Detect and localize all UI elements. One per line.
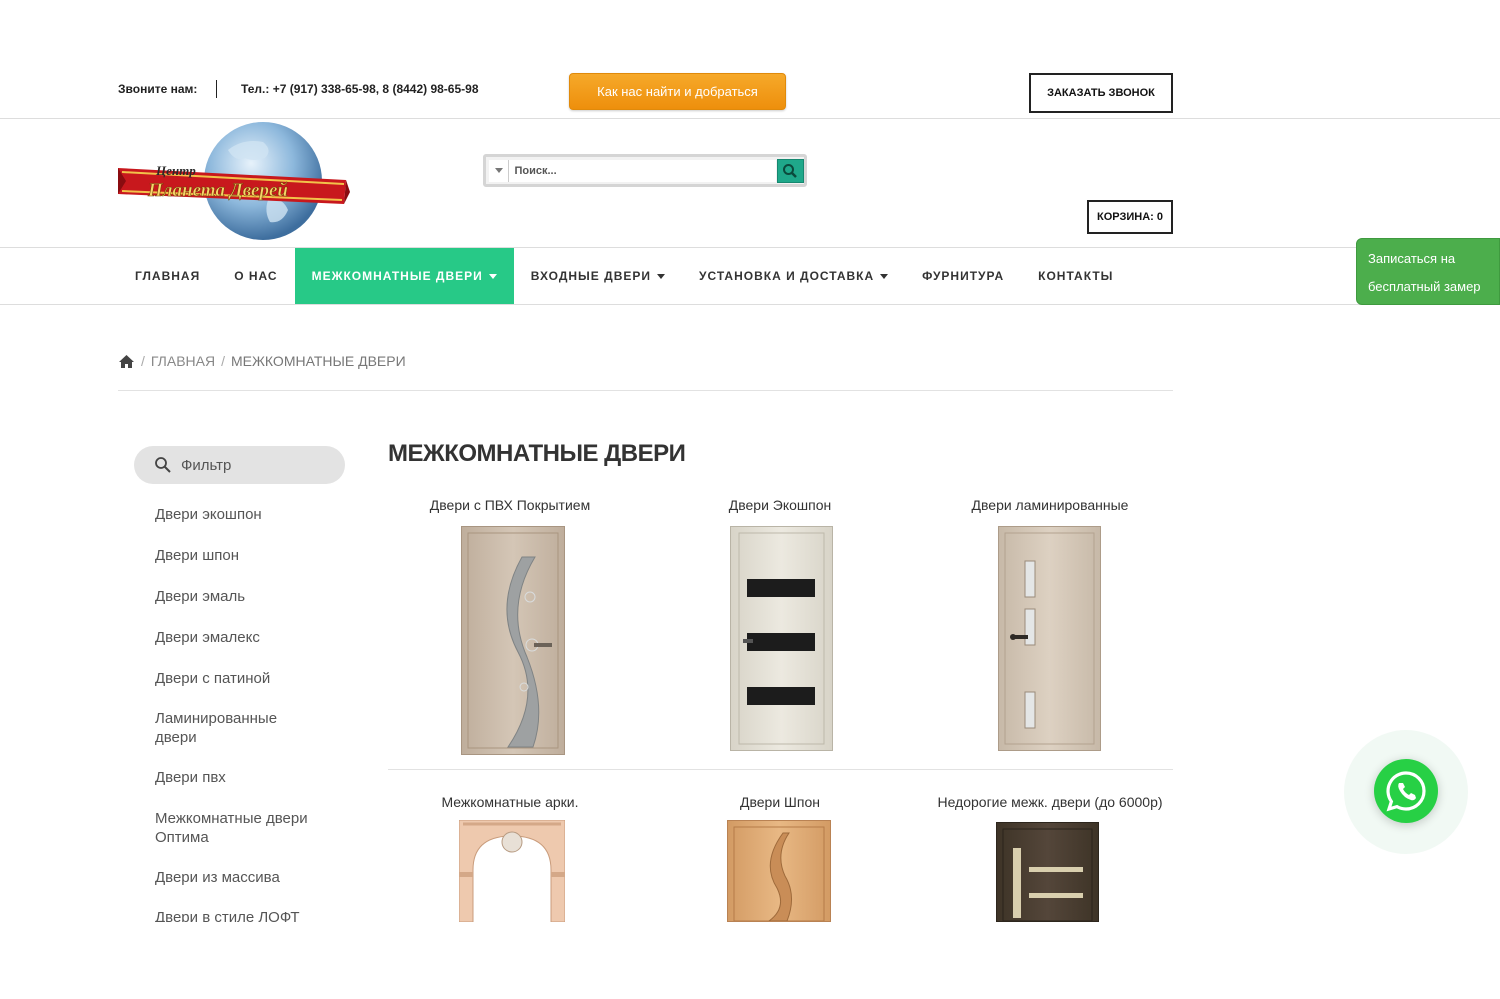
arch-image <box>458 819 566 923</box>
nav-item-install-delivery[interactable]: УСТАНОВКА И ДОСТАВКА <box>682 248 905 304</box>
category-image-pvc-door[interactable] <box>461 526 565 755</box>
sidebar-item[interactable]: Межкомнатные двери Оптима <box>155 809 325 847</box>
divider <box>388 769 1173 770</box>
door-image <box>733 826 825 922</box>
nav-item-interior-doors[interactable]: МЕЖКОМНАТНЫЕ ДВЕРИ <box>294 248 514 304</box>
breadcrumb: / ГЛАВНАЯ / МЕЖКОМНАТНЫЕ ДВЕРИ <box>118 353 406 369</box>
divider <box>0 118 1500 119</box>
nav-item-home[interactable]: ГЛАВНАЯ <box>118 248 217 304</box>
order-callback-button[interactable]: ЗАКАЗАТЬ ЗВОНОК <box>1029 73 1173 113</box>
find-us-button[interactable]: Как нас найти и добраться <box>569 73 786 110</box>
sidebar-item[interactable]: Двери экошпон <box>155 505 262 524</box>
search-input[interactable] <box>509 159 776 182</box>
sidebar-item[interactable]: Ламинированные двери <box>155 709 295 747</box>
category-image-budget-door[interactable] <box>996 822 1099 922</box>
category-title[interactable]: Недорогие межк. двери (до 6000р) <box>920 794 1180 810</box>
breadcrumb-current: МЕЖКОМНАТНЫЕ ДВЕРИ <box>231 353 406 369</box>
nav-label: ГЛАВНАЯ <box>135 269 201 283</box>
page-title: МЕЖКОМНАТНЫЕ ДВЕРИ <box>388 440 686 467</box>
filter-label: Фильтр <box>181 456 232 474</box>
sidebar-item[interactable]: Двери эмалекс <box>155 628 260 647</box>
sidebar-item[interactable]: Двери шпон <box>155 546 239 565</box>
free-measure-button[interactable]: Записаться на бесплатный замер <box>1356 238 1500 305</box>
search-icon <box>783 163 798 178</box>
logo-line2: Планета Дверей <box>147 180 288 201</box>
nav-label: УСТАНОВКА И ДОСТАВКА <box>699 269 875 283</box>
caret-down-icon <box>880 273 889 279</box>
sidebar-item[interactable]: Двери из массива <box>155 868 280 887</box>
sidebar-category-list: Двери экошпон Двери шпон Двери эмаль Две… <box>150 500 370 922</box>
nav-label: МЕЖКОМНАТНЫЕ ДВЕРИ <box>311 269 483 283</box>
call-us-label: Звоните нам: <box>118 82 198 96</box>
nav-label: КОНТАКТЫ <box>1038 269 1114 283</box>
category-image-veneer-door[interactable] <box>727 820 831 922</box>
divider <box>216 80 217 98</box>
filter-button[interactable]: Фильтр <box>134 446 345 484</box>
category-image-laminated-door[interactable] <box>998 526 1101 751</box>
search-icon <box>155 457 171 473</box>
category-title[interactable]: Двери с ПВХ Покрытием <box>380 497 640 513</box>
door-image <box>1004 532 1095 745</box>
main-nav: ГЛАВНАЯ О НАС МЕЖКОМНАТНЫЕ ДВЕРИ ВХОДНЫЕ… <box>118 248 1130 304</box>
search-bar <box>483 154 807 187</box>
divider <box>118 390 1173 391</box>
nav-item-contacts[interactable]: КОНТАКТЫ <box>1021 248 1130 304</box>
caret-down-icon <box>657 273 665 279</box>
sidebar-item[interactable]: Двери с патиной <box>155 669 270 688</box>
measure-line1: Записаться на <box>1368 251 1456 266</box>
category-title[interactable]: Двери ламинированные <box>920 497 1180 513</box>
sidebar-item[interactable]: Двери эмаль <box>155 587 245 606</box>
globe-logo-icon: Центр Планета Дверей <box>118 122 350 240</box>
nav-item-hardware[interactable]: ФУРНИТУРА <box>905 248 1021 304</box>
logo-line1: Центр <box>155 163 196 178</box>
site-logo[interactable]: Центр Планета Дверей <box>118 120 350 242</box>
category-title[interactable]: Двери Экошпон <box>650 497 910 513</box>
door-image <box>1002 828 1093 922</box>
cart-button[interactable]: КОРЗИНА: 0 <box>1087 200 1173 234</box>
breadcrumb-home[interactable]: ГЛАВНАЯ <box>151 353 215 369</box>
nav-item-entrance-doors[interactable]: ВХОДНЫЕ ДВЕРИ <box>514 248 682 304</box>
category-title[interactable]: Межкомнатные арки. <box>380 794 640 810</box>
door-image <box>738 532 825 745</box>
nav-label: ВХОДНЫЕ ДВЕРИ <box>530 269 651 283</box>
search-button[interactable] <box>776 158 804 183</box>
breadcrumb-separator: / <box>141 353 145 369</box>
home-icon[interactable] <box>118 354 135 369</box>
measure-line2: бесплатный замер <box>1368 279 1481 294</box>
nav-item-about[interactable]: О НАС <box>217 248 294 304</box>
sidebar-item[interactable]: Двери в стиле ЛОФТ <box>155 908 300 922</box>
whatsapp-icon <box>1386 771 1426 812</box>
category-image-arch[interactable] <box>458 819 566 923</box>
category-title[interactable]: Двери Шпон <box>650 794 910 810</box>
phone-numbers[interactable]: Тел.: +7 (917) 338-65-98, 8 (8442) 98-65… <box>241 82 479 96</box>
divider <box>0 304 1500 305</box>
caret-down-icon <box>488 273 497 279</box>
nav-label: ФУРНИТУРА <box>922 269 1005 283</box>
breadcrumb-separator: / <box>221 353 225 369</box>
whatsapp-button[interactable] <box>1374 759 1438 823</box>
category-image-ecoveneer-door[interactable] <box>730 526 833 751</box>
sidebar-item[interactable]: Двери пвх <box>155 768 226 787</box>
chevron-down-icon <box>494 168 503 173</box>
search-category-dropdown[interactable] <box>489 159 510 182</box>
nav-label: О НАС <box>234 269 278 283</box>
door-image <box>467 532 559 749</box>
